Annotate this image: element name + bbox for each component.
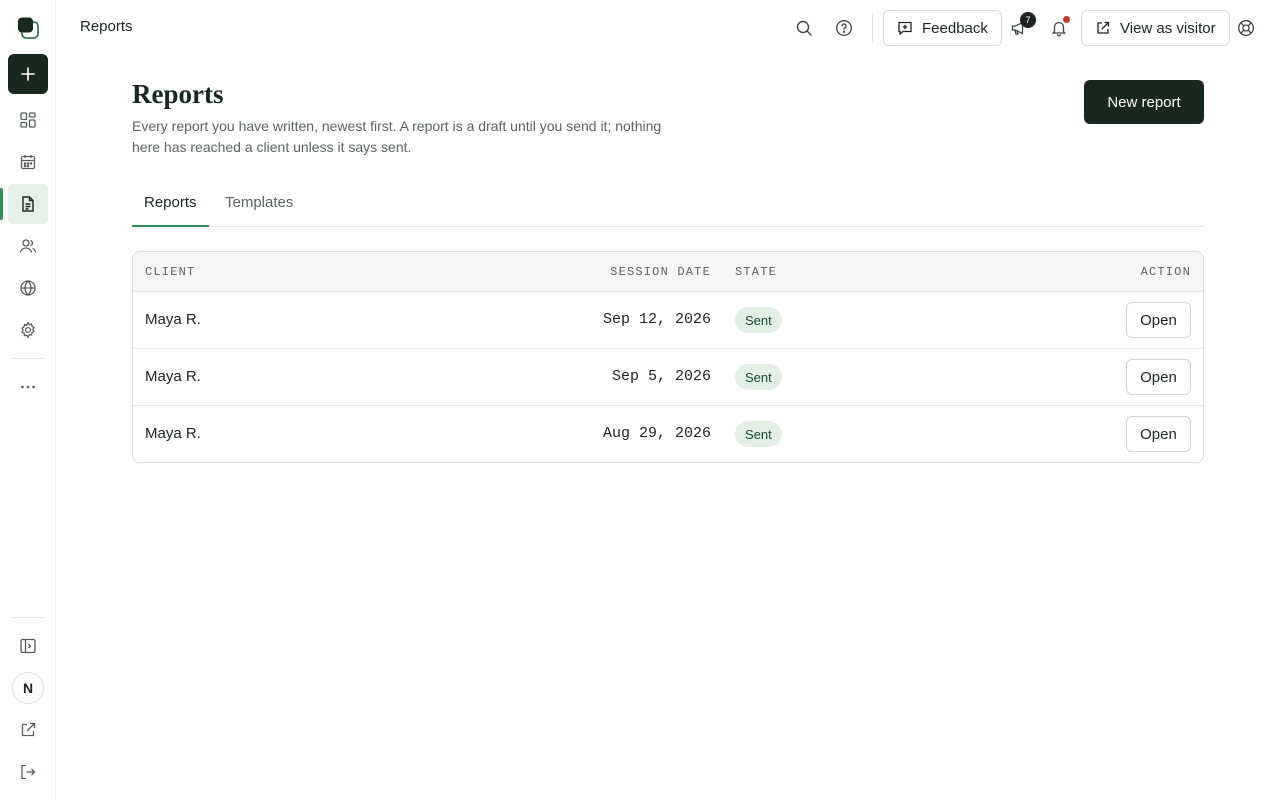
plus-icon	[20, 66, 36, 82]
session-date: Sep 5, 2026	[611, 368, 711, 385]
sidebar-item-dashboard[interactable]	[8, 100, 48, 140]
page-title: Reports	[132, 79, 224, 109]
table-row: Maya R. Aug 29, 2026 Sent Open	[133, 406, 1203, 462]
support-button[interactable]	[1232, 14, 1260, 42]
help-button[interactable]	[830, 14, 858, 42]
globe-icon	[19, 279, 37, 297]
table-row: Maya R. Sep 5, 2026 Sent Open	[133, 349, 1203, 406]
feedback-label: Feedback	[922, 19, 988, 37]
search-button[interactable]	[790, 14, 818, 42]
sidebar-divider-bottom	[12, 617, 44, 618]
sidebar-item-clients[interactable]	[8, 226, 48, 266]
more-horizontal-icon	[19, 378, 37, 396]
feedback-button[interactable]: Feedback	[883, 10, 1002, 46]
sidebar-toggle-icon	[19, 637, 37, 655]
sidebar-item-settings[interactable]	[8, 310, 48, 350]
search-icon	[795, 19, 813, 37]
sidebar-divider	[12, 358, 44, 359]
page-description: Every report you have written, newest fi…	[132, 118, 662, 155]
top-bar: Reports Feedback 7 View as visitor	[56, 0, 1280, 56]
app-logo-icon[interactable]	[16, 16, 40, 40]
notification-dot	[1063, 16, 1070, 23]
sign-out-button[interactable]	[8, 752, 48, 792]
document-icon	[19, 195, 37, 213]
help-circle-icon	[835, 19, 853, 37]
table-row: Maya R. Sep 12, 2026 Sent Open	[133, 292, 1203, 349]
sidebar-new-button[interactable]	[8, 54, 48, 94]
open-button[interactable]: Open	[1126, 359, 1191, 395]
open-button[interactable]: Open	[1126, 416, 1191, 452]
sidebar-item-more[interactable]	[8, 367, 48, 407]
client-name: Maya R.	[145, 368, 201, 385]
avatar[interactable]: N	[12, 672, 44, 704]
sidebar: N	[0, 0, 56, 800]
grid-icon	[19, 111, 37, 129]
collapse-sidebar-button[interactable]	[8, 626, 48, 666]
gear-icon	[19, 321, 37, 339]
announcements-count-badge: 7	[1020, 12, 1036, 28]
view-as-visitor-label: View as visitor	[1120, 19, 1216, 37]
view-as-visitor-button[interactable]: View as visitor	[1081, 10, 1230, 46]
new-report-button[interactable]: New report	[1084, 80, 1204, 124]
message-plus-icon	[897, 20, 913, 36]
tab-bar: Reports Templates	[132, 180, 1204, 227]
external-link-icon	[19, 721, 37, 739]
column-header-action: ACTION	[1140, 265, 1191, 279]
column-header-client: CLIENT	[145, 265, 196, 279]
session-date: Sep 12, 2026	[602, 311, 711, 328]
status-badge: Sent	[735, 421, 782, 447]
session-date: Aug 29, 2026	[602, 425, 711, 442]
logout-icon	[19, 763, 37, 781]
users-icon	[19, 237, 37, 255]
tab-templates[interactable]: Templates	[213, 180, 305, 226]
status-badge: Sent	[735, 307, 782, 333]
active-indicator	[0, 188, 3, 220]
sidebar-item-calendar[interactable]	[8, 142, 48, 182]
reports-table: CLIENT SESSION DATE STATE ACTION Maya R.…	[132, 251, 1204, 463]
column-header-state: STATE	[735, 265, 778, 279]
client-name: Maya R.	[145, 311, 201, 328]
header-divider	[872, 14, 873, 42]
table-header: CLIENT SESSION DATE STATE ACTION	[133, 252, 1203, 292]
column-header-session-date: SESSION DATE	[610, 265, 711, 279]
client-name: Maya R.	[145, 425, 201, 442]
sidebar-item-reports[interactable]	[8, 184, 48, 224]
sidebar-item-website[interactable]	[8, 268, 48, 308]
lifebuoy-icon	[1237, 19, 1255, 37]
open-button[interactable]: Open	[1126, 302, 1191, 338]
external-link-icon	[1095, 20, 1111, 36]
calendar-icon	[19, 153, 37, 171]
header-title: Reports	[80, 18, 133, 35]
status-badge: Sent	[735, 364, 782, 390]
open-external-button[interactable]	[8, 710, 48, 750]
tab-reports[interactable]: Reports	[132, 180, 209, 227]
